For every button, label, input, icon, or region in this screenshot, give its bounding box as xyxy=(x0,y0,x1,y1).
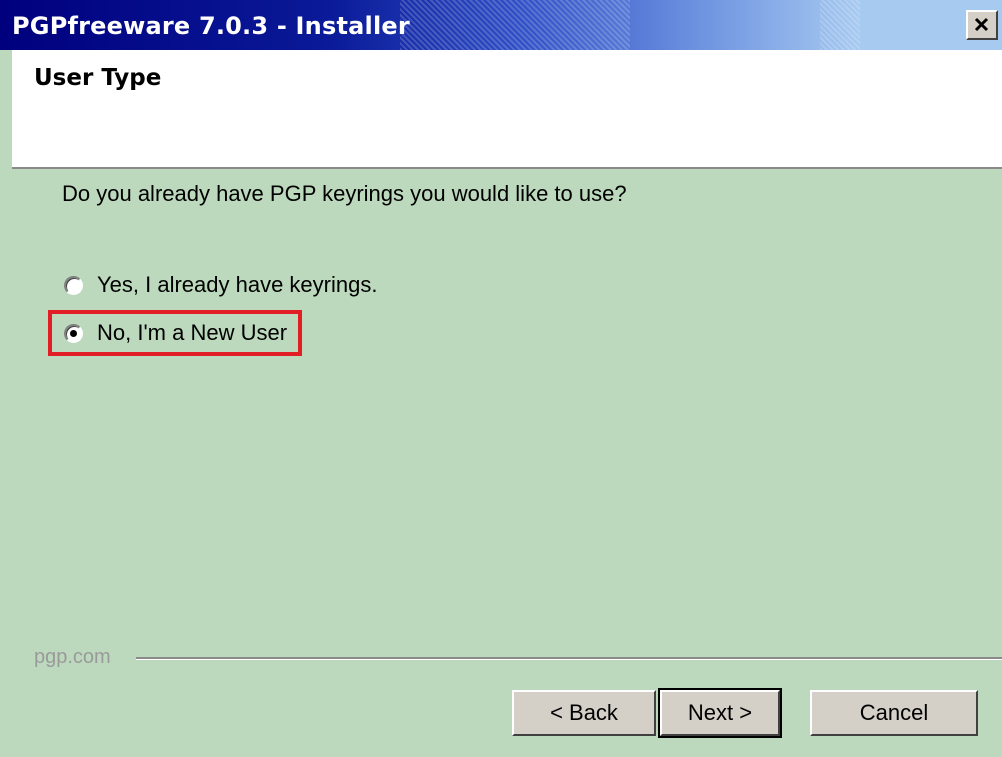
close-icon xyxy=(974,17,989,32)
title-bar-pattern-right xyxy=(820,0,860,50)
title-bar-pattern xyxy=(400,0,630,50)
page-title: User Type xyxy=(34,65,162,91)
close-button[interactable] xyxy=(966,10,998,40)
wizard-header: User Type xyxy=(12,50,1002,169)
next-button[interactable]: Next > xyxy=(658,688,782,738)
highlight-box xyxy=(48,310,302,356)
footer-separator xyxy=(136,657,1002,660)
title-bar[interactable]: PGPfreeware 7.0.3 - Installer xyxy=(0,0,1002,50)
window-title: PGPfreeware 7.0.3 - Installer xyxy=(12,12,410,40)
brand-text: pgp.com xyxy=(34,646,111,668)
header-left-strip xyxy=(0,50,12,169)
option-label: Yes, I already have keyrings. xyxy=(97,272,378,297)
question-text: Do you already have PGP keyrings you wou… xyxy=(62,181,627,206)
installer-window: PGPfreeware 7.0.3 - Installer User Type … xyxy=(0,0,1002,757)
radio-existing-keyrings[interactable] xyxy=(64,275,83,295)
back-button[interactable]: < Back xyxy=(512,690,656,736)
cancel-button[interactable]: Cancel xyxy=(810,690,978,736)
option-existing-keyrings[interactable]: Yes, I already have keyrings. xyxy=(64,270,377,300)
